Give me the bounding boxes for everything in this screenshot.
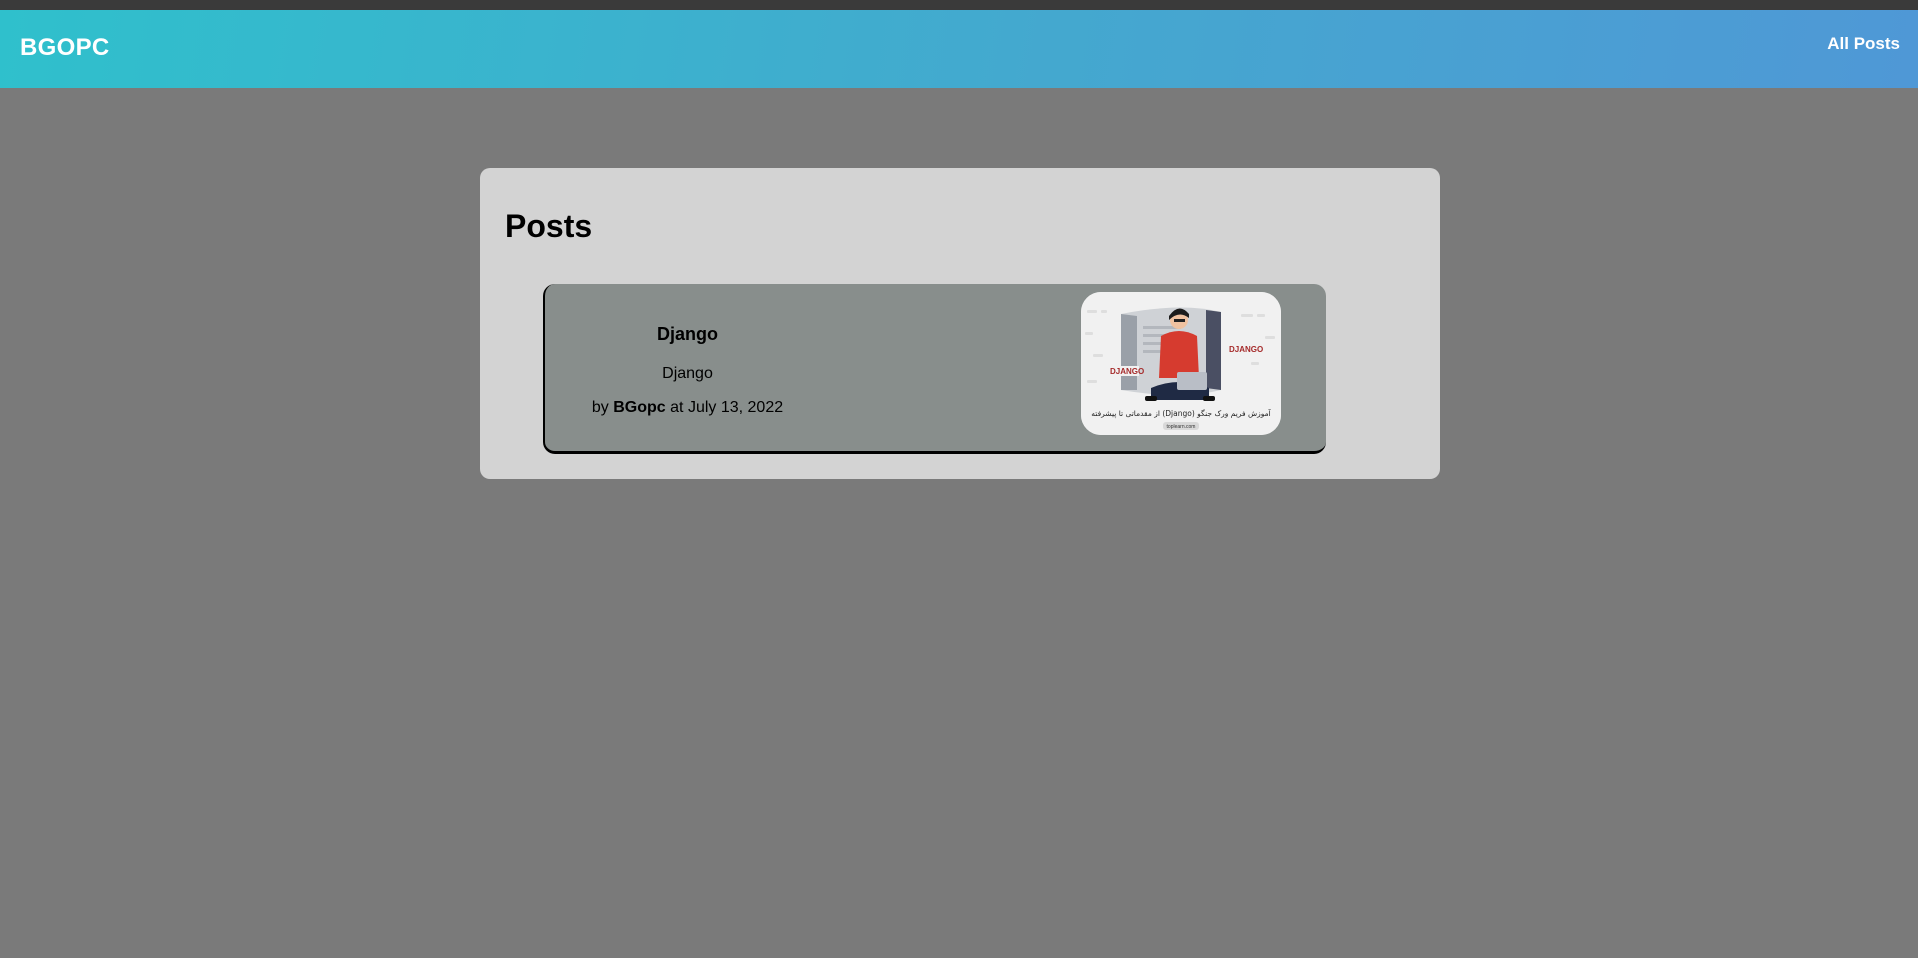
badge-right-text: DJANGO <box>1229 345 1263 354</box>
browser-top-strip <box>0 0 1918 10</box>
page-title: Posts <box>505 208 593 244</box>
post-meta: by BGopc at July 13, 2022 <box>545 399 830 417</box>
post-title[interactable]: Django <box>545 324 830 345</box>
nav-link-all-posts[interactable]: All Posts <box>1827 34 1900 54</box>
post-author: BGopc <box>613 399 666 416</box>
badge-left-text: DJANGO <box>1110 367 1144 376</box>
thumbnail-site: toplearn.com <box>1167 424 1196 430</box>
brand-logo-link[interactable]: BGOPC <box>20 34 110 62</box>
post-meta-middle: at <box>670 399 684 416</box>
post-card[interactable]: Django Django by BGopc at July 13, 2022 <box>543 284 1326 454</box>
thumbnail-caption: آموزش فریم ورک جنگو (Django) از مقدماتی … <box>1091 408 1271 418</box>
post-excerpt: Django <box>662 365 713 382</box>
navbar: BGOPC All Posts <box>0 10 1918 88</box>
post-meta-prefix: by <box>591 399 609 416</box>
post-thumbnail-illustration: DJANGO DJANGO آموزش فریم ورک جنگو (Djang… <box>1081 292 1281 435</box>
posts-panel: Posts Django Django by BGopc at July 13,… <box>480 168 1440 479</box>
post-thumbnail[interactable]: DJANGO DJANGO آموزش فریم ورک جنگو (Djang… <box>1081 292 1281 435</box>
post-date: July 13, 2022 <box>687 399 784 416</box>
